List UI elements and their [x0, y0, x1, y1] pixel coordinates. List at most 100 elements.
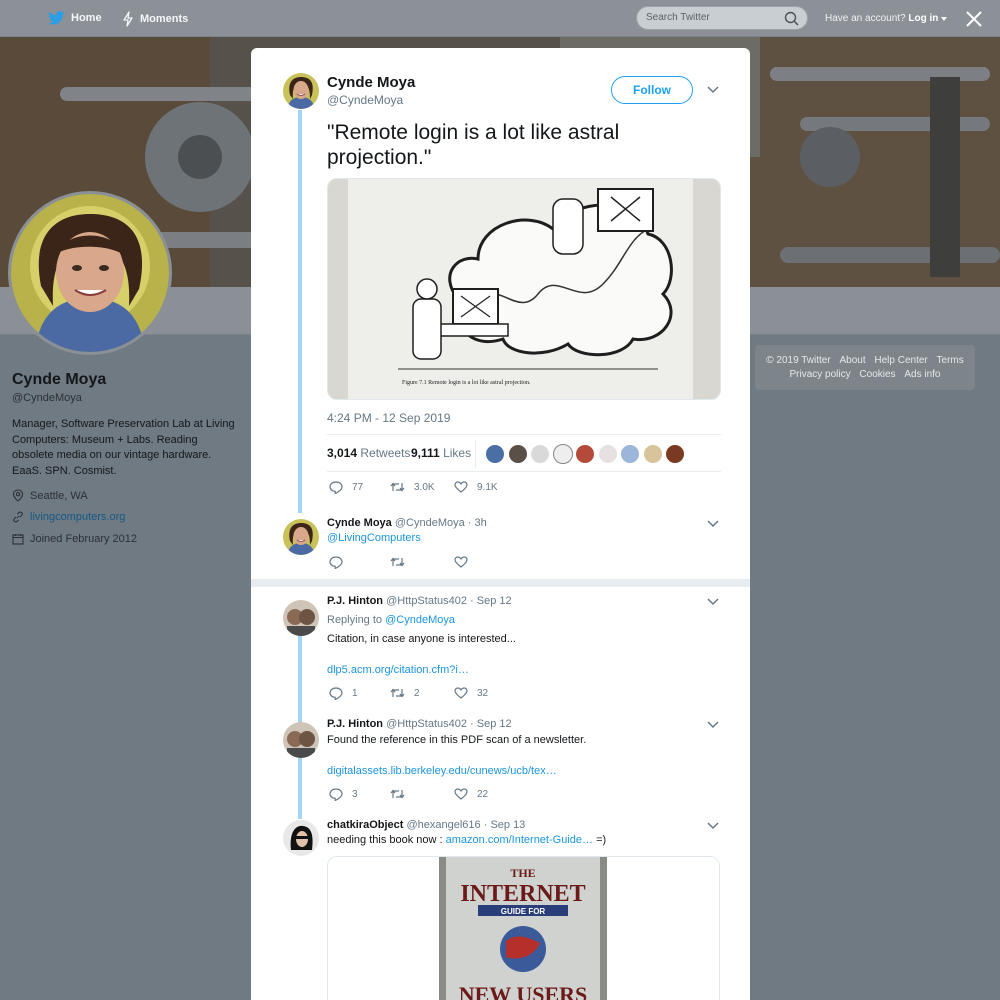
footer-links: © 2019 Twitter About Help Center Terms P…	[755, 354, 975, 382]
joined-text: Joined February 2012	[30, 533, 138, 545]
link-icon	[13, 511, 23, 523]
reply-time[interactable]: · Sep 12	[470, 595, 512, 607]
reply-time[interactable]: · 3h	[468, 517, 487, 529]
profile-website: livingcomputers.org	[12, 511, 125, 523]
nav-moments[interactable]: Moments	[122, 11, 188, 27]
reply-time[interactable]: · Sep 12	[470, 718, 512, 730]
book-title-line3: GUIDE FOR	[501, 907, 546, 916]
reply-count: 3	[352, 789, 358, 800]
book-title-line1: THE	[510, 866, 535, 880]
reply-author-handle[interactable]: @hexangel616	[406, 819, 480, 831]
author-handle[interactable]: @CyndeMoya	[327, 93, 403, 107]
nav-moments-label: Moments	[140, 13, 189, 25]
reply-icon	[329, 788, 343, 801]
mention-link[interactable]: @LivingComputers	[327, 532, 421, 544]
chevron-down-icon[interactable]	[707, 822, 719, 830]
retweets-stat[interactable]: 3,014 Retweets	[327, 446, 410, 460]
have-account-text: Have an account?	[825, 13, 906, 24]
replying-to-link[interactable]: @CyndeMoya	[385, 614, 455, 626]
search-input[interactable]	[646, 12, 776, 23]
likes-stat[interactable]: 9,111 Likes	[411, 446, 471, 460]
reply-action[interactable]: 1	[329, 687, 358, 700]
footer-cookies[interactable]: Cookies	[859, 369, 895, 380]
footer-terms[interactable]: Terms	[937, 355, 964, 366]
nav-home[interactable]: Home	[48, 11, 102, 25]
likes-count: 9,111	[411, 446, 440, 460]
retweet-action[interactable]	[390, 788, 405, 800]
liker-avatar[interactable]	[575, 444, 595, 464]
like-action[interactable]: 22	[454, 788, 488, 800]
nav-home-label: Home	[71, 12, 102, 24]
reply-action[interactable]: 3	[329, 788, 358, 801]
like-action[interactable]	[454, 556, 468, 568]
reply-text: needing this book now : amazon.com/Inter…	[327, 834, 606, 846]
reply-action[interactable]: 77	[329, 481, 363, 494]
footer-about[interactable]: About	[839, 355, 865, 366]
reply-icon	[329, 481, 343, 494]
profile-avatar	[8, 191, 172, 355]
liker-avatar[interactable]	[508, 444, 528, 464]
reply-time[interactable]: · Sep 13	[484, 819, 526, 831]
reply-actions: 3 22	[327, 788, 627, 806]
like-action[interactable]: 32	[454, 687, 488, 699]
footer-ads[interactable]: Ads info	[904, 369, 940, 380]
heart-icon	[454, 687, 468, 699]
reply-author-avatar[interactable]	[283, 519, 319, 555]
search-icon[interactable]	[784, 11, 799, 26]
like-count: 22	[477, 788, 489, 800]
reply-author-handle[interactable]: @CyndeMoya	[395, 517, 465, 529]
liker-avatar[interactable]	[598, 444, 618, 464]
liker-avatar[interactable]	[665, 444, 685, 464]
tweet-media-image[interactable]: Figure 7.1 Remote login is a lot like as…	[327, 178, 721, 400]
chevron-down-icon[interactable]	[707, 86, 719, 94]
retweet-action[interactable]: 3.0K	[390, 481, 435, 493]
profile-handle: @CyndeMoya	[12, 392, 82, 404]
reply-author-name[interactable]: chatkiraObject	[327, 819, 403, 831]
footer-help[interactable]: Help Center	[874, 355, 927, 366]
liker-avatar[interactable]	[485, 444, 505, 464]
close-icon[interactable]	[964, 9, 984, 29]
location-text: Seattle, WA	[30, 489, 88, 502]
chevron-down-icon[interactable]	[707, 721, 719, 729]
reply-author-handle[interactable]: @HttpStatus402	[386, 595, 467, 607]
footer-privacy[interactable]: Privacy policy	[790, 369, 851, 380]
chevron-down-icon[interactable]	[707, 520, 719, 528]
like-action[interactable]: 9.1K	[454, 481, 498, 493]
like-count: 32	[477, 687, 489, 699]
chevron-down-icon[interactable]	[707, 598, 719, 606]
profile-joined: Joined February 2012	[12, 533, 137, 545]
reply-author-handle[interactable]: @HttpStatus402	[386, 718, 467, 730]
follow-button[interactable]: Follow	[611, 76, 693, 104]
retweet-action[interactable]	[390, 556, 405, 568]
profile-bio: Manager, Software Preservation Lab at Li…	[12, 418, 235, 477]
liker-avatar[interactable]	[553, 444, 573, 464]
author-name[interactable]: Cynde Moya	[327, 74, 415, 91]
reply-author-name[interactable]: P.J. Hinton	[327, 595, 383, 607]
reply-author-avatar[interactable]	[283, 722, 319, 758]
reply-actions: 1 2 32	[327, 687, 627, 705]
reply-link[interactable]: dlp5.acm.org/citation.cfm?i…	[327, 664, 469, 676]
reply-author-name[interactable]: P.J. Hinton	[327, 718, 383, 730]
liker-avatar[interactable]	[643, 444, 663, 464]
reply-link[interactable]: amazon.com/Internet-Guide…	[446, 834, 593, 846]
tweet-actions: 77 3.0K 9.1K	[327, 481, 627, 499]
liker-avatar[interactable]	[620, 444, 640, 464]
website-link[interactable]: livingcomputers.org	[30, 511, 125, 523]
section-separator	[251, 579, 750, 587]
author-avatar[interactable]	[283, 73, 319, 109]
reply-action[interactable]	[329, 556, 343, 569]
reply-author-avatar[interactable]	[283, 600, 319, 636]
reply-author-avatar[interactable]	[283, 820, 319, 856]
twitter-bird-icon	[48, 11, 65, 25]
location-pin-icon	[12, 489, 24, 502]
reply-author-name[interactable]: Cynde Moya	[327, 517, 392, 529]
retweet-action[interactable]: 2	[390, 687, 420, 699]
account-prompt: Have an account? Log in	[825, 13, 948, 24]
reply-link[interactable]: digitalassets.lib.berkeley.edu/cunews/uc…	[327, 765, 557, 777]
link-preview-card[interactable]: THE INTERNET GUIDE FOR NEW USERS	[327, 856, 720, 1000]
tweet-timestamp[interactable]: 4:24 PM - 12 Sep 2019	[327, 411, 450, 425]
reply-icon	[329, 687, 343, 700]
liker-avatar[interactable]	[530, 444, 550, 464]
login-link[interactable]: Log in	[908, 13, 938, 24]
likes-label: Likes	[443, 446, 472, 460]
